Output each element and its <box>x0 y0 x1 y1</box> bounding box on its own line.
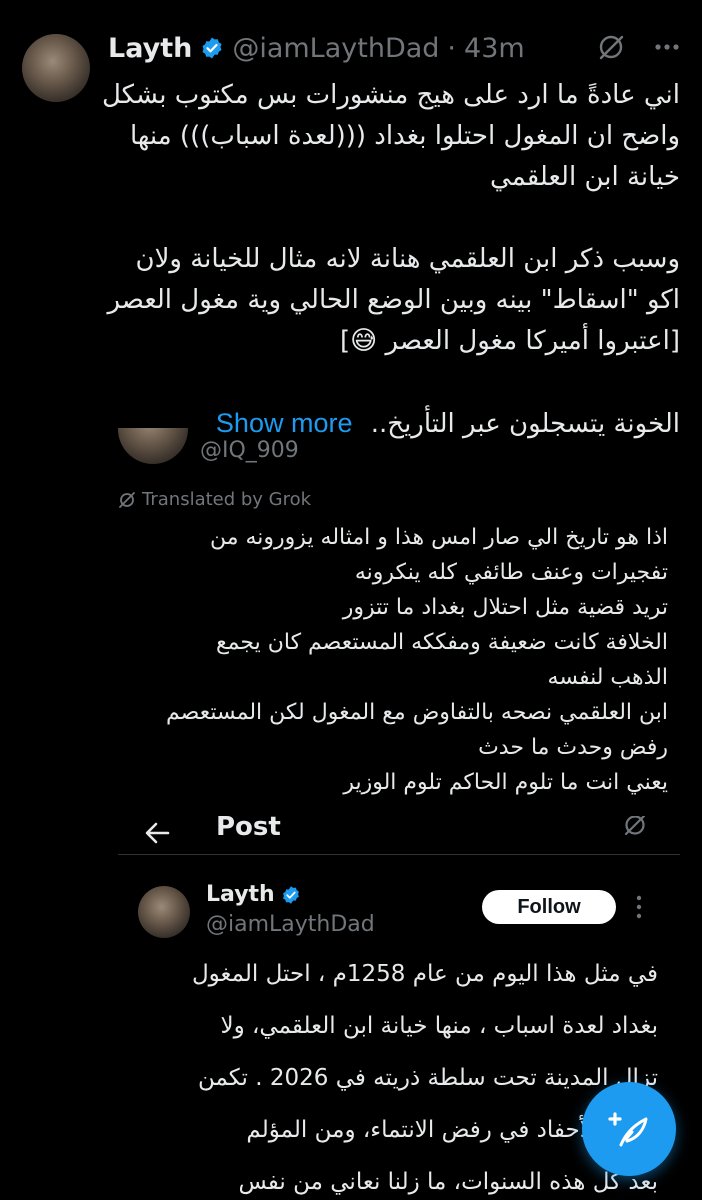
translated-label: Translated by Grok <box>118 489 311 510</box>
back-arrow-icon[interactable] <box>144 820 170 846</box>
compose-icon <box>608 1112 648 1147</box>
reply-line: اذا هو تاريخ الي صار امس هذا و امثاله يز… <box>209 525 668 550</box>
embedded-header-title: Post <box>216 816 281 842</box>
tweet-line: اكو "اسقاط" بينه وبين الوضع الحالي وية م… <box>107 285 680 315</box>
tweet-line: واضح ان المغول احتلوا بغداد (((لعدة اسبا… <box>129 121 680 151</box>
reply-line: يعني انت ما تلوم الحاكم تلوم الوزير <box>343 770 668 795</box>
embedded-author-handle[interactable]: @iamLaythDad <box>206 912 375 937</box>
embedded-text: في مثل هذا اليوم من عام 1258م ، احتل الم… <box>118 948 658 1200</box>
more-icon[interactable] <box>634 894 644 920</box>
grok-icon <box>119 491 135 508</box>
grok-icon[interactable] <box>596 32 626 62</box>
tweet-time[interactable]: 43m <box>464 33 525 64</box>
follow-button[interactable]: Follow <box>482 890 616 924</box>
embedded-line: الجد والأحفاد في رفض الانتماء، ومن المؤل… <box>246 1117 658 1143</box>
reply-handle[interactable]: @IQ_909 <box>200 438 299 463</box>
embedded-line: بغداد لعدة اسباب ، منها خيانة ابن العلقم… <box>220 1013 658 1039</box>
more-icon[interactable] <box>654 34 680 60</box>
verified-badge-icon <box>282 885 299 904</box>
embedded-author-name[interactable]: Layth <box>206 882 275 907</box>
tweet-line: وسبب ذكر ابن العلقمي هنانة لانه مثال للخ… <box>135 244 680 274</box>
verified-badge-icon <box>202 37 222 59</box>
reply-line: ابن العلقمي نصحه بالتفاوض مع المغول لكن … <box>166 700 668 725</box>
embedded-line: تزال المدينة تحت سلطة ذريته في 2026 . تك… <box>198 1065 658 1091</box>
reply-text: اذا هو تاريخ الي صار امس هذا و امثاله يز… <box>108 520 668 800</box>
reply-avatar[interactable] <box>118 428 188 464</box>
separator-dot: · <box>447 32 457 64</box>
author-avatar[interactable] <box>22 34 90 102</box>
reply-line: الذهب لنفسه <box>547 665 668 690</box>
reply-card: @IQ_909 Translated by Grok اذا هو تاريخ … <box>100 428 680 808</box>
reply-line: تريد قضية مثل احتلال بغداد ما تتزور <box>342 595 668 620</box>
embedded-header: Post <box>118 816 680 855</box>
reply-line: تفجيرات وعنف طائفي كله ينكرونه <box>354 560 668 585</box>
embedded-avatar[interactable] <box>138 886 190 938</box>
translated-text: Translated by Grok <box>142 489 312 510</box>
embedded-line: بعد كل هذه السنوات، ما زلنا نعاني من نفس <box>238 1169 658 1195</box>
tweet-text: اني عادةً ما ارد على هيج منشورات بس مكتو… <box>100 75 680 445</box>
author-name[interactable]: Layth <box>108 33 192 64</box>
embedded-line: في مثل هذا اليوم من عام 1258م ، احتل الم… <box>191 961 658 987</box>
tweet-line: اني عادةً ما ارد على هيج منشورات بس مكتو… <box>101 80 680 110</box>
compose-button[interactable] <box>582 1082 676 1176</box>
reply-line: الخلافة كانت ضعيفة ومفككه المستعصم كان ي… <box>215 630 668 655</box>
grok-icon[interactable] <box>622 816 648 838</box>
embedded-author: Layth <box>206 882 301 907</box>
tweet-header: Layth @iamLaythDad · 43m <box>108 28 525 68</box>
reply-line: رفض وحدث ما حدث <box>478 735 668 760</box>
author-handle[interactable]: @iamLaythDad <box>232 33 439 64</box>
tweet-line: [اعتبروا أميركا مغول العصر 😅] <box>339 326 680 356</box>
tweet-line: خيانة ابن العلقمي <box>490 162 680 192</box>
